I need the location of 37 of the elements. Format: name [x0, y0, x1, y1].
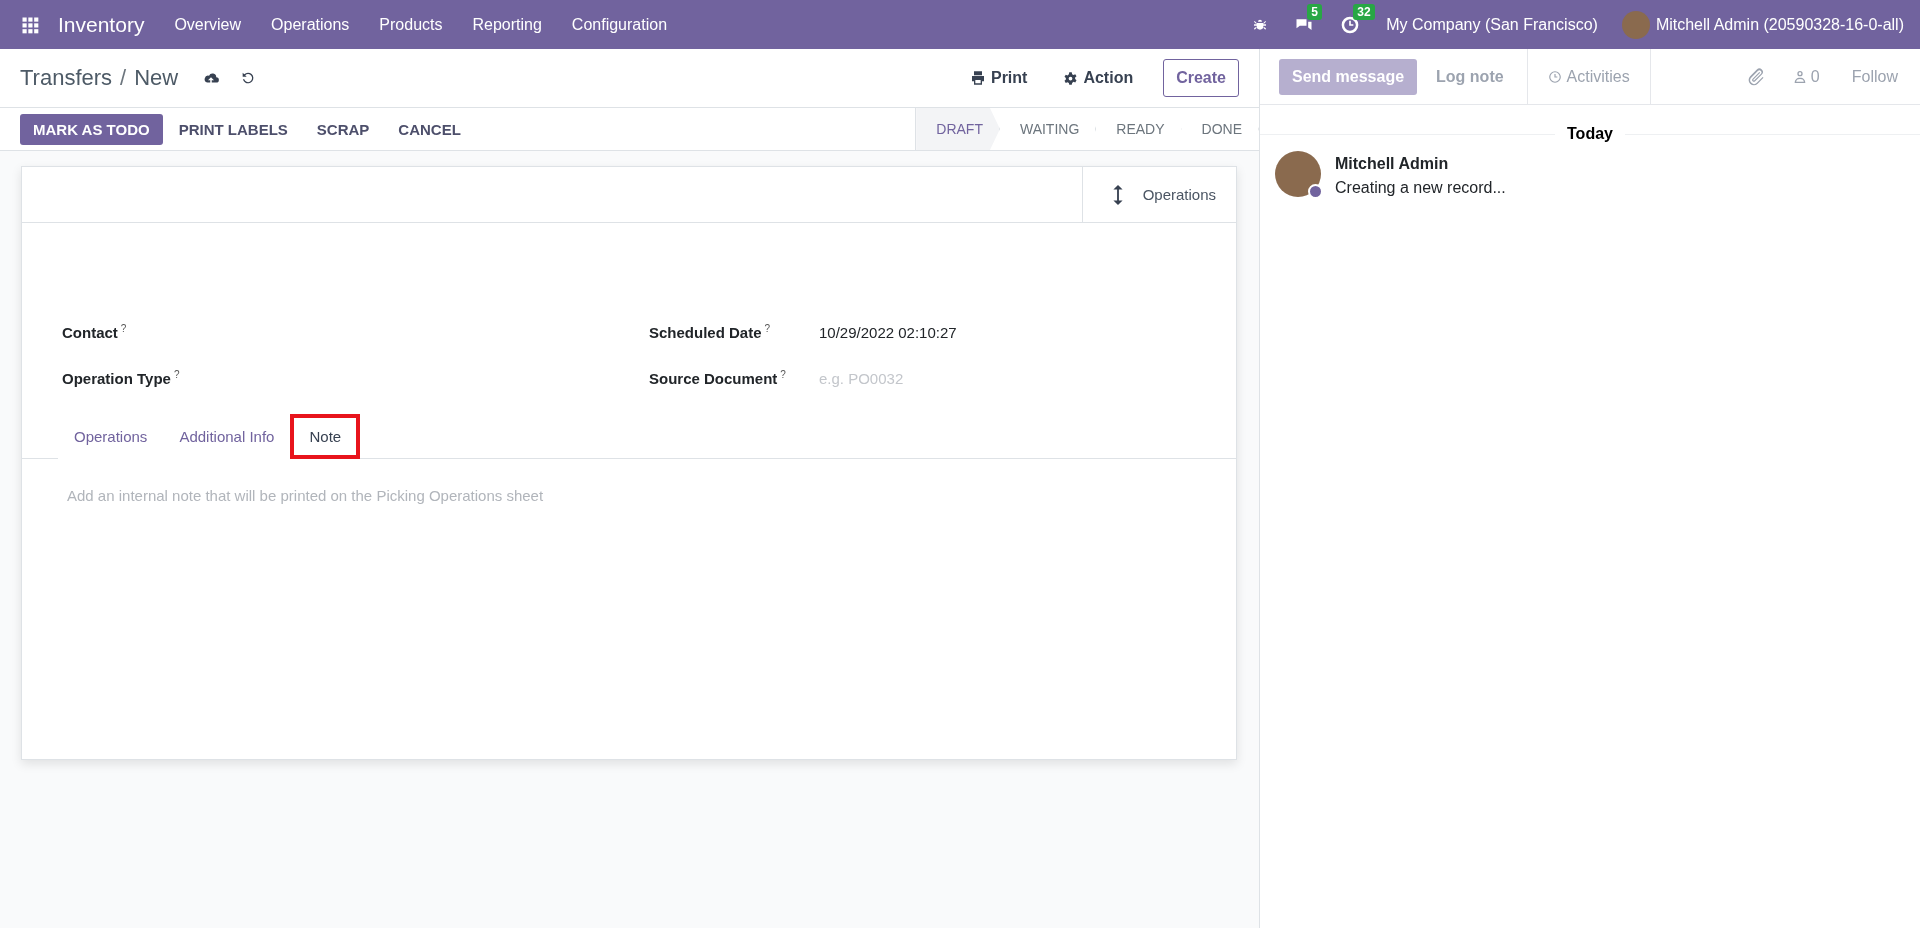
app-name[interactable]: Inventory: [58, 12, 145, 37]
menu-item[interactable]: Overview: [174, 15, 242, 34]
menu-item[interactable]: Operations: [271, 15, 350, 34]
create-button[interactable]: Create: [1163, 59, 1239, 97]
menu-item[interactable]: Configuration: [571, 15, 668, 34]
printer-icon[interactable]: [969, 70, 986, 86]
breadcrumb-current: New: [134, 65, 179, 91]
field-label: Scheduled Date $^{?}$: [649, 323, 772, 341]
company-name[interactable]: My Company (San Francisco): [1386, 15, 1598, 34]
author-avatar[interactable]: [1275, 151, 1321, 197]
message-author[interactable]: Mitchell Admin: [1335, 155, 1506, 173]
print-button[interactable]: Print: [963, 68, 1034, 88]
follower-count[interactable]: 0: [1810, 67, 1820, 86]
user-name[interactable]: Mitchell Admin (20590328-16-0-all): [1655, 15, 1904, 34]
gear-icon[interactable]: [1063, 70, 1079, 86]
menu-item[interactable]: Reporting: [472, 15, 542, 34]
date-field[interactable]: 10/29/2022 02:10:27: [819, 323, 957, 341]
message-body: Creating a new record...: [1335, 179, 1506, 197]
activity-count: 32: [1353, 3, 1375, 20]
status-action-button[interactable]: SCRAP: [303, 113, 383, 145]
form-tab[interactable]: Note: [290, 414, 361, 459]
menu-item[interactable]: Products: [379, 15, 443, 34]
field-label: Source Document $^{?}$: [649, 369, 787, 387]
status-stage[interactable]: DRAFT: [916, 108, 1000, 150]
status-action-button[interactable]: MARK AS TODO: [20, 113, 163, 145]
operations-smart-button[interactable]: Operations: [1081, 167, 1236, 222]
clock-icon[interactable]: [1340, 14, 1361, 35]
breadcrumb-link[interactable]: Transfers: [20, 65, 113, 91]
field-label: Contact $^{?}$: [62, 323, 128, 341]
action-button[interactable]: Action: [1057, 68, 1140, 88]
breadcrumb-separator: /: [120, 65, 127, 91]
message-count: 5: [1307, 3, 1322, 20]
status-action-button[interactable]: CANCEL: [385, 113, 474, 145]
field-label: Operation Type $^{?}$: [62, 369, 181, 387]
date-separator: Today: [1566, 125, 1614, 143]
status-action-button[interactable]: PRINT LABELS: [165, 113, 301, 145]
online-status-dot: [1308, 184, 1323, 199]
